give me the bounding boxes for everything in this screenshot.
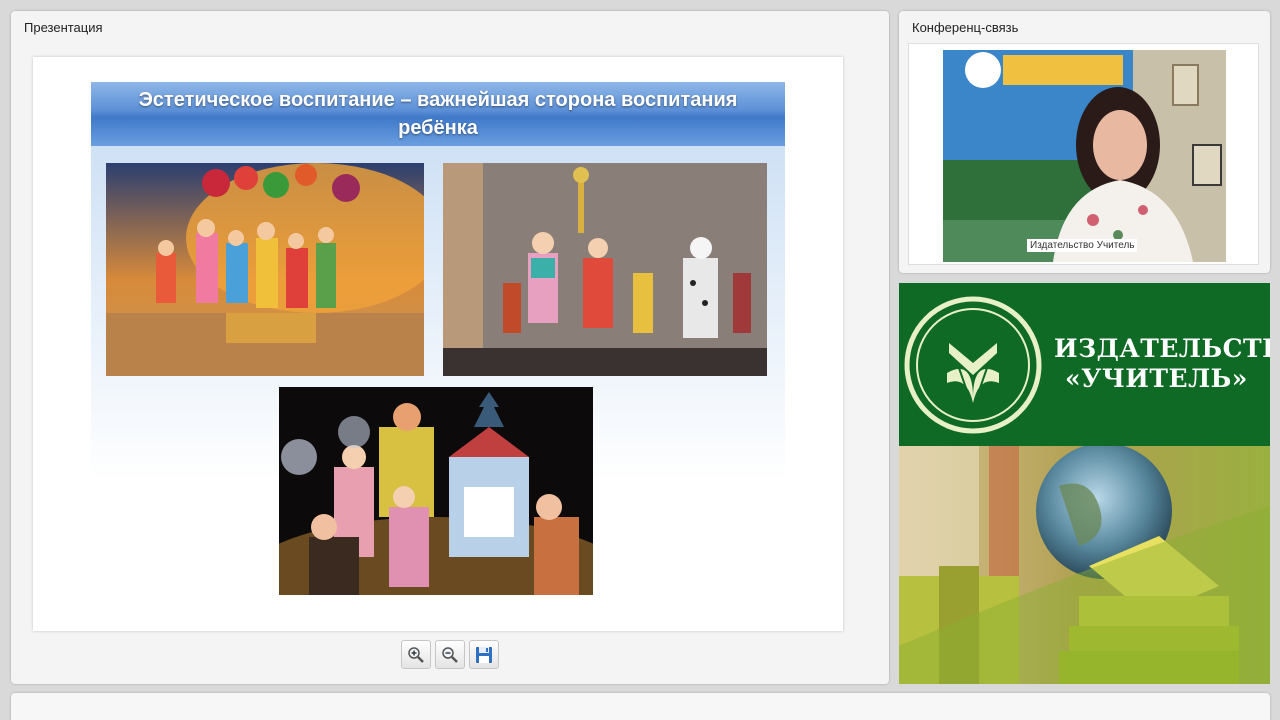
publisher-logo-icon xyxy=(904,296,1042,434)
presentation-panel-title: Презентация xyxy=(24,20,103,35)
bottom-panel xyxy=(11,693,1270,720)
publisher-banner[interactable]: ИЗДАТЕЛЬСТВО «УЧИТЕЛЬ» xyxy=(899,283,1270,684)
zoom-out-button[interactable] xyxy=(435,640,465,669)
save-icon xyxy=(476,646,492,663)
slide-frame: Эстетическое воспитание – важнейшая стор… xyxy=(33,57,843,631)
slide-photo-puppet-theater xyxy=(279,387,593,595)
zoom-in-icon xyxy=(408,646,424,663)
banner-logo-line1: ИЗДАТЕЛЬСТВО xyxy=(1054,334,1270,363)
video-participant-label: Издательство Учитель xyxy=(1027,239,1138,252)
zoom-in-button[interactable] xyxy=(401,640,431,669)
banner-logo-area: ИЗДАТЕЛЬСТВО «УЧИТЕЛЬ» xyxy=(899,283,1270,446)
conference-panel-title: Конференц-связь xyxy=(912,20,1019,35)
slide-title: Эстетическое воспитание – важнейшая стор… xyxy=(138,89,738,139)
conference-panel: Конференц-связь Издательство Учитель xyxy=(899,11,1270,273)
slide-toolbar xyxy=(401,640,499,669)
save-button[interactable] xyxy=(469,640,499,669)
webcam-video[interactable]: Издательство Учитель xyxy=(943,50,1226,262)
video-frame: Издательство Учитель xyxy=(908,43,1259,265)
slide-photo-dancing-children xyxy=(106,163,424,376)
slide-photo-costumed-performers xyxy=(443,163,767,376)
slide-header: Эстетическое воспитание – важнейшая стор… xyxy=(91,82,785,146)
banner-books-globe-image xyxy=(899,443,1270,684)
presentation-panel: Презентация Эстетическое воспитание – ва… xyxy=(11,11,889,684)
banner-logo-line2: «УЧИТЕЛЬ» xyxy=(1065,364,1248,393)
banner-logo-text: ИЗДАТЕЛЬСТВО «УЧИТЕЛЬ» xyxy=(1054,334,1270,394)
zoom-out-icon xyxy=(442,646,458,663)
